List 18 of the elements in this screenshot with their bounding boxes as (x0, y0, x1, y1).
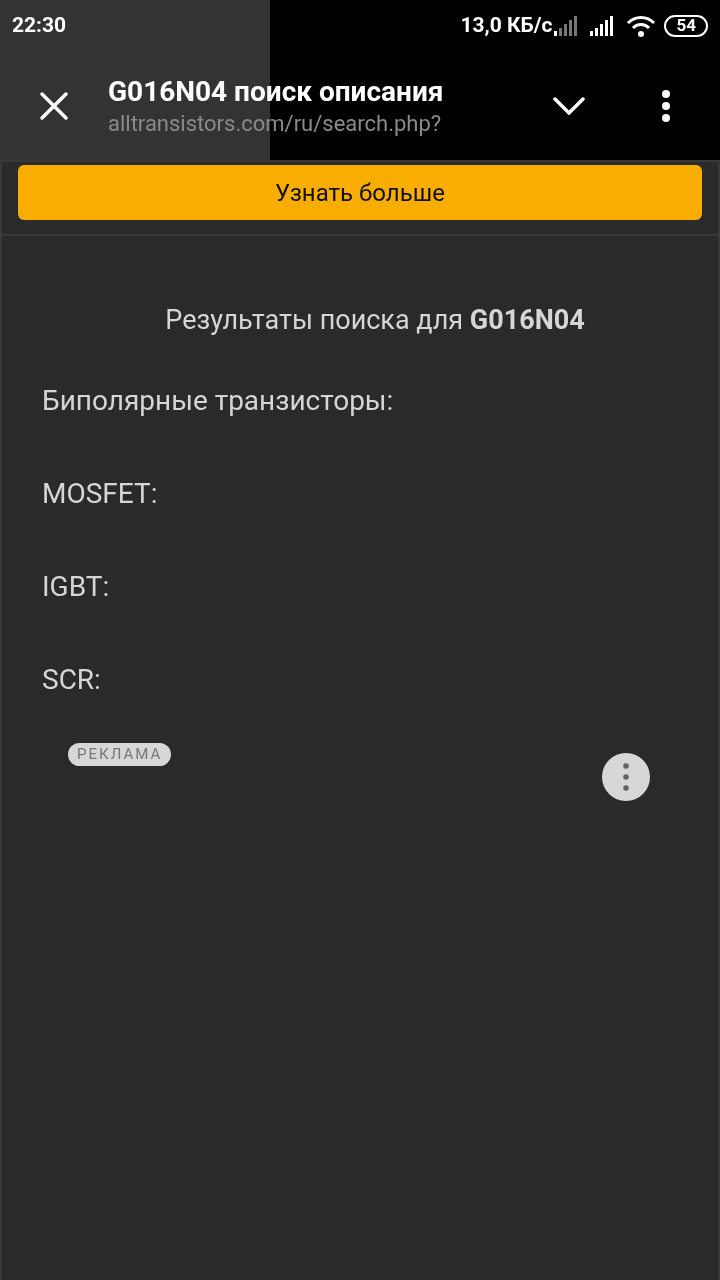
ad-label: РЕКЛАМА (68, 742, 172, 766)
close-icon[interactable] (39, 91, 69, 121)
section-heading: IGBT: (42, 568, 111, 604)
section-heading: SCR: (42, 661, 102, 697)
results-heading: Результаты поиска для G016N04 (164, 303, 586, 338)
chevron-down-icon[interactable] (553, 97, 585, 115)
network-speed: 13,0 КБ/с (460, 12, 553, 40)
clock: 22:30 (12, 12, 67, 40)
learn-more-button[interactable]: Узнать больше (18, 165, 702, 220)
battery-indicator: 54 (664, 15, 708, 37)
page-title: G016N04 поиск описания (108, 74, 445, 110)
section-heading: Биполярные транзисторы: (42, 382, 395, 418)
section-heading: MOSFET: (42, 475, 159, 511)
wifi-icon (626, 15, 657, 37)
more-icon[interactable] (661, 89, 671, 123)
more-icon (623, 761, 629, 792)
page-url: alltransistors.com/ru/search.php? (108, 110, 443, 138)
more-options-button[interactable] (602, 752, 650, 801)
